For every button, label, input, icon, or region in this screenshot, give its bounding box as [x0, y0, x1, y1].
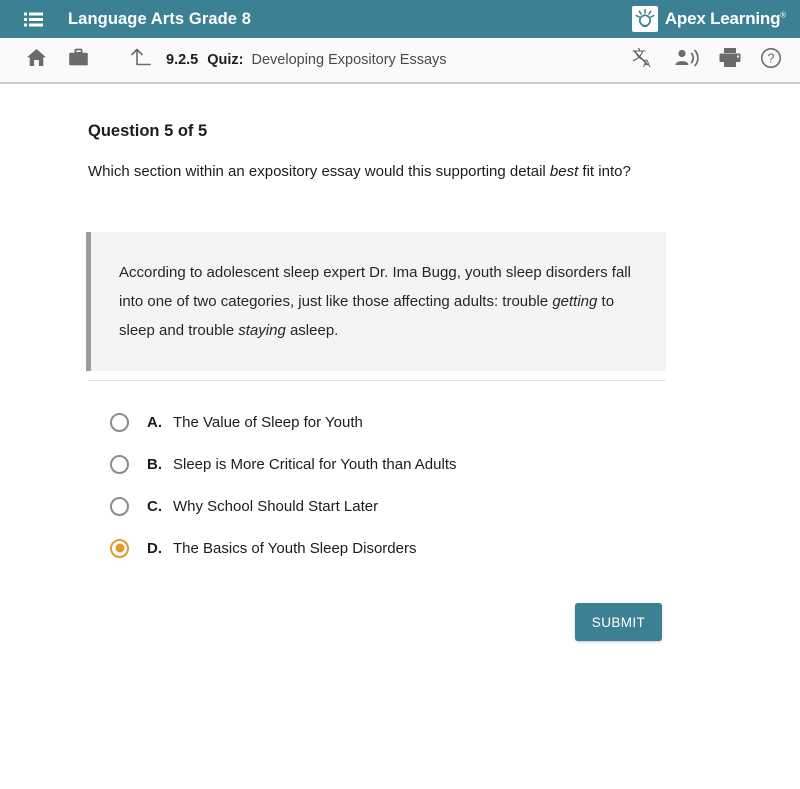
answer-options: A. The Value of Sleep for Youth B. Sleep… [110, 409, 457, 577]
brand-logo: Apex Learning® [631, 0, 786, 38]
toolbar-actions: 文 A [632, 38, 782, 82]
home-icon [26, 48, 47, 72]
svg-text:?: ? [768, 51, 775, 65]
menu-button[interactable] [16, 0, 50, 38]
brand-trademark: ® [780, 10, 786, 20]
answer-letter-d: D. [147, 539, 162, 557]
course-materials-button[interactable] [62, 38, 94, 82]
apex-lightbulb-logo-icon [631, 6, 658, 32]
answer-label-c: Why School Should Start Later [173, 497, 379, 515]
breadcrumb-activity-name: Developing Expository Essays [251, 52, 447, 68]
home-button[interactable] [20, 38, 52, 82]
breadcrumb-toolbar: 9.2.5 Quiz: Developing Expository Essays… [0, 38, 800, 82]
passage-part3: asleep. [285, 322, 339, 339]
answer-label-a: The Value of Sleep for Youth [173, 413, 363, 431]
read-aloud-button[interactable] [674, 38, 700, 82]
brand-name: Apex Learning® [664, 9, 786, 28]
help-circle-icon: ? [760, 47, 782, 74]
breadcrumb-lesson-number: 9.2.5 [166, 52, 199, 68]
submit-button[interactable]: SUBMIT [575, 603, 662, 641]
supporting-detail-passage: According to adolescent sleep expert Dr.… [86, 232, 666, 371]
question-prompt-emphasis: best [549, 163, 579, 180]
course-title: Language Arts Grade 8 [68, 9, 252, 28]
text-to-speech-icon [674, 48, 700, 73]
up-arrow-icon [129, 48, 151, 73]
question-prompt-part2: fit into? [578, 163, 631, 180]
briefcase-icon [68, 48, 89, 72]
print-button[interactable] [718, 38, 742, 82]
answer-option-d[interactable]: D. The Basics of Youth Sleep Disorders [110, 535, 457, 561]
passage-text: According to adolescent sleep expert Dr.… [119, 258, 636, 345]
answer-option-b[interactable]: B. Sleep is More Critical for Youth than… [110, 451, 457, 477]
radio-button-a[interactable] [110, 412, 129, 432]
radio-button-c[interactable] [110, 496, 129, 516]
breadcrumb: 9.2.5 Quiz: Developing Expository Essays [166, 52, 447, 68]
breadcrumb-activity-type: Quiz: [207, 52, 244, 68]
passage-emphasis-staying: staying [238, 322, 286, 339]
question-prompt: Which section within an expository essay… [88, 159, 668, 184]
question-prompt-part1: Which section within an expository essay… [88, 163, 550, 180]
answer-option-c[interactable]: C. Why School Should Start Later [110, 493, 457, 519]
translate-icon: 文 A [632, 47, 656, 74]
answer-letter-c: C. [147, 497, 162, 515]
passage-emphasis-getting: getting [552, 293, 598, 310]
printer-icon [718, 47, 742, 73]
answer-label-b: Sleep is More Critical for Youth than Ad… [173, 455, 457, 473]
help-button[interactable]: ? [760, 38, 782, 82]
answer-option-a[interactable]: A. The Value of Sleep for Youth [110, 409, 457, 435]
up-level-button[interactable] [124, 38, 156, 82]
radio-button-b[interactable] [110, 454, 129, 474]
radio-button-d[interactable] [110, 538, 129, 558]
answer-label-d: The Basics of Youth Sleep Disorders [173, 539, 417, 557]
app-header: Language Arts Grade 8 Apex Learning® [0, 0, 800, 38]
list-menu-icon [23, 12, 43, 27]
quiz-content: Question 5 of 5 Which section within an … [0, 84, 800, 789]
question-heading: Question 5 of 5 [88, 122, 208, 140]
answer-letter-b: B. [147, 455, 162, 473]
options-divider [88, 380, 666, 381]
translate-button[interactable]: 文 A [632, 38, 656, 82]
answer-letter-a: A. [147, 413, 162, 431]
